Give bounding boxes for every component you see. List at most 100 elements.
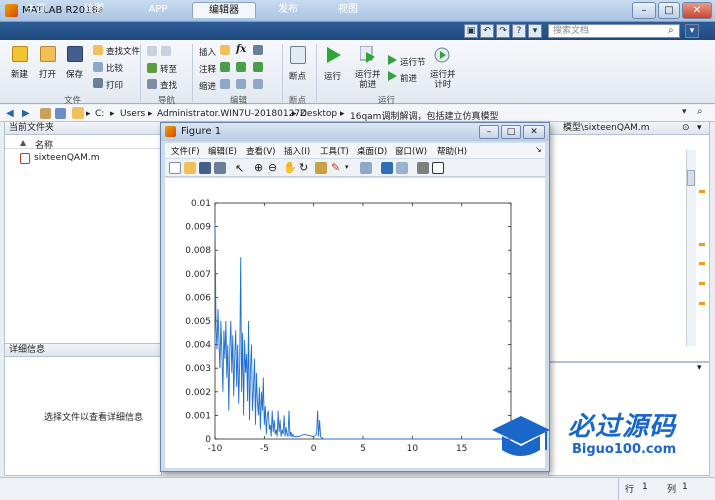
forward-arrow-icon[interactable]: ▶ (22, 108, 30, 119)
tab-editor[interactable]: 编辑器 (192, 2, 256, 18)
save-figure-icon[interactable] (199, 162, 211, 174)
figure-close-button[interactable]: ✕ (523, 125, 545, 139)
maximize-button[interactable]: □ (658, 2, 680, 19)
brush-dropdown-icon[interactable]: ▾ (345, 163, 349, 171)
open-button[interactable]: 打开 (39, 68, 56, 80)
menu-edit[interactable]: 编辑(E) (208, 145, 237, 157)
code-analyzer-marker[interactable] (699, 302, 705, 305)
print-button[interactable]: 打印 (106, 79, 123, 91)
menu-help[interactable]: 帮助(H) (437, 145, 467, 157)
run-time-button[interactable]: 运行并 计时 (430, 70, 456, 90)
uncomment-icon[interactable] (236, 62, 246, 72)
insert-function-button[interactable]: fx (236, 44, 246, 55)
rotate-icon[interactable]: ↻ (299, 161, 308, 174)
notification-dropdown-icon[interactable]: ▾ (685, 24, 699, 38)
figure-title-bar[interactable]: Figure 1 – □ ✕ (161, 123, 549, 141)
quick-save-icon[interactable]: ▣ (464, 24, 478, 38)
brush-icon[interactable]: ✎ (331, 161, 340, 174)
comment-button[interactable]: 注释 (199, 63, 216, 75)
menu-insert[interactable]: 插入(I) (284, 145, 310, 157)
figure-minimize-button[interactable]: – (479, 125, 499, 139)
folder-column-header[interactable] (5, 136, 161, 149)
tab-publish[interactable]: 发布 (266, 2, 310, 18)
show-plot-tools-icon[interactable] (432, 162, 444, 174)
advance-button[interactable]: 前进 (400, 72, 417, 84)
browse-folder-icon[interactable] (55, 108, 66, 119)
menu-dock-icon[interactable]: ↘ (535, 145, 542, 154)
link-plot-icon[interactable] (360, 162, 372, 174)
run-play-icon (327, 47, 341, 63)
insert-button[interactable]: 插入 (199, 46, 216, 58)
address-dropdown-icon[interactable]: ▾ (682, 107, 687, 117)
new-button[interactable]: 新建 (11, 68, 28, 80)
save-button[interactable]: 保存 (66, 68, 83, 80)
command-window-expand-icon[interactable]: ▾ (697, 363, 702, 373)
print-figure-icon[interactable] (214, 162, 226, 174)
open-file-icon[interactable] (184, 162, 196, 174)
details-header[interactable]: 详细信息 (5, 344, 161, 357)
file-item-sixteenqam[interactable]: sixteenQAM.m (34, 153, 99, 163)
decrease-indent-icon[interactable] (253, 79, 263, 89)
increase-indent-icon[interactable] (236, 79, 246, 89)
run-button[interactable]: 运行 (324, 70, 341, 82)
insert-section-icon[interactable] (253, 45, 263, 55)
colorbar-icon[interactable] (381, 162, 393, 174)
code-analyzer-marker[interactable] (699, 243, 705, 246)
breakpoints-button[interactable]: 断点 (289, 70, 306, 82)
run-advance-button[interactable]: 运行并 前进 (355, 70, 381, 90)
new-figure-icon[interactable] (169, 162, 181, 174)
find-files-button[interactable]: 查找文件 (106, 45, 140, 57)
tab-view[interactable]: 视图 (326, 2, 370, 18)
x-tick-label: 5 (360, 444, 366, 454)
breadcrumb-drive[interactable]: C: (95, 109, 104, 119)
code-analyzer-marker[interactable] (699, 190, 705, 193)
menu-desktop[interactable]: 桌面(D) (357, 145, 387, 157)
quick-dropdown-icon[interactable]: ▾ (528, 24, 542, 38)
quick-undo-icon[interactable]: ↶ (480, 24, 494, 38)
breadcrumb-desktop[interactable]: Desktop (300, 109, 337, 119)
find-button[interactable]: 查找 (160, 79, 177, 91)
up-folder-icon[interactable] (40, 108, 51, 119)
pan-hand-icon[interactable]: ✋ (283, 161, 297, 174)
close-button[interactable]: ✕ (682, 2, 712, 19)
y-tick-label: 0.007 (185, 270, 211, 280)
zoom-out-icon[interactable]: ⊖ (268, 161, 277, 174)
name-column-label[interactable]: 名称 (35, 138, 53, 151)
figure-maximize-button[interactable]: □ (501, 125, 521, 139)
run-section-button[interactable]: 运行节 (400, 56, 426, 68)
code-analyzer-marker[interactable] (699, 282, 705, 285)
editor-gear-icon[interactable]: ⊙ (682, 123, 690, 133)
current-folder-header[interactable]: 当前文件夹 (5, 122, 161, 135)
search-icon[interactable]: ⌕ (668, 25, 674, 36)
breadcrumb-admin[interactable]: Administrator.WIN7U-20180127Z (157, 109, 306, 119)
breadcrumb-users[interactable]: Users (120, 109, 145, 119)
quick-redo-icon[interactable]: ↷ (496, 24, 510, 38)
menu-window[interactable]: 窗口(W) (395, 145, 427, 157)
wrap-comment-icon[interactable] (253, 62, 263, 72)
tab-plots[interactable]: 绘图 (72, 2, 116, 18)
back-arrow-icon[interactable]: ◀ (6, 108, 14, 119)
compare-button[interactable]: 比较 (106, 62, 123, 74)
tab-home[interactable]: 主页 (14, 2, 58, 18)
editor-expand-icon[interactable]: ▾ (697, 123, 702, 133)
legend-icon[interactable] (396, 162, 408, 174)
quick-help-icon[interactable]: ? (512, 24, 526, 38)
breadcrumb-project[interactable]: 16qam调制解调，包括建立仿真模型 (350, 109, 498, 122)
pointer-icon[interactable]: ↖ (235, 162, 244, 175)
address-search-icon[interactable]: ⌕ (697, 106, 703, 117)
editor-scroll-thumb[interactable] (687, 170, 695, 186)
y-tick-label: 0.005 (185, 317, 211, 327)
menu-file[interactable]: 文件(F) (171, 145, 200, 157)
minimize-button[interactable]: – (632, 2, 656, 19)
goto-button[interactable]: 转至 (160, 63, 177, 75)
data-cursor-icon[interactable] (315, 162, 327, 174)
menu-tools[interactable]: 工具(T) (320, 145, 349, 157)
open-folder-icon (40, 46, 56, 62)
code-analyzer-marker[interactable] (699, 262, 705, 265)
hide-plot-tools-icon[interactable] (417, 162, 429, 174)
menu-view[interactable]: 查看(V) (246, 145, 275, 157)
zoom-in-icon[interactable]: ⊕ (254, 161, 263, 174)
indent-button[interactable]: 缩进 (199, 80, 216, 92)
search-docs-input[interactable]: 搜索文档 (548, 24, 680, 38)
tab-apps[interactable]: APP (136, 2, 180, 18)
